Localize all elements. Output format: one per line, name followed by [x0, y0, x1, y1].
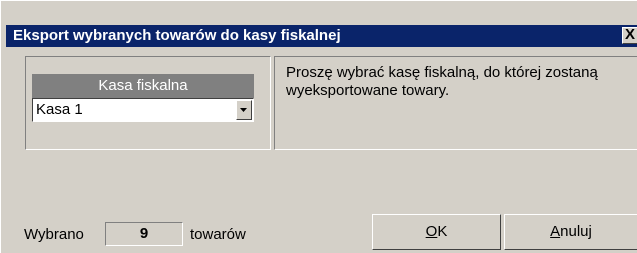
kasa-dropdown[interactable]: Kasa 1: [32, 98, 254, 122]
dialog-window: Eksport wybranych towarów do kasy fiskal…: [0, 0, 637, 253]
ok-label-rest: K: [437, 223, 448, 240]
close-icon: X: [624, 26, 635, 43]
cancel-button[interactable]: Anuluj: [504, 214, 637, 250]
close-button[interactable]: X: [622, 27, 637, 44]
ok-mnemonic: O: [425, 223, 438, 240]
cancel-mnemonic: A: [550, 223, 561, 240]
ok-button[interactable]: OK: [372, 214, 501, 250]
dropdown-arrow-button[interactable]: [236, 100, 252, 120]
title-bar[interactable]: Eksport wybranych towarów do kasy fiskal…: [6, 25, 637, 47]
selected-count: 9: [105, 222, 183, 246]
cancel-label-rest: nuluj: [560, 223, 592, 240]
kasa-selected-value: Kasa 1: [36, 101, 83, 118]
info-panel: Proszę wybrać kasę fiskalną, do której z…: [274, 56, 637, 150]
chevron-down-icon: [240, 108, 247, 112]
kasa-header: Kasa fiskalna: [32, 74, 254, 98]
wybrano-label: Wybrano: [24, 226, 84, 243]
info-text: Proszę wybrać kasę fiskalną, do której z…: [286, 64, 598, 99]
towarow-label: towarów: [190, 226, 246, 243]
window-title: Eksport wybranych towarów do kasy fiskal…: [13, 27, 341, 44]
